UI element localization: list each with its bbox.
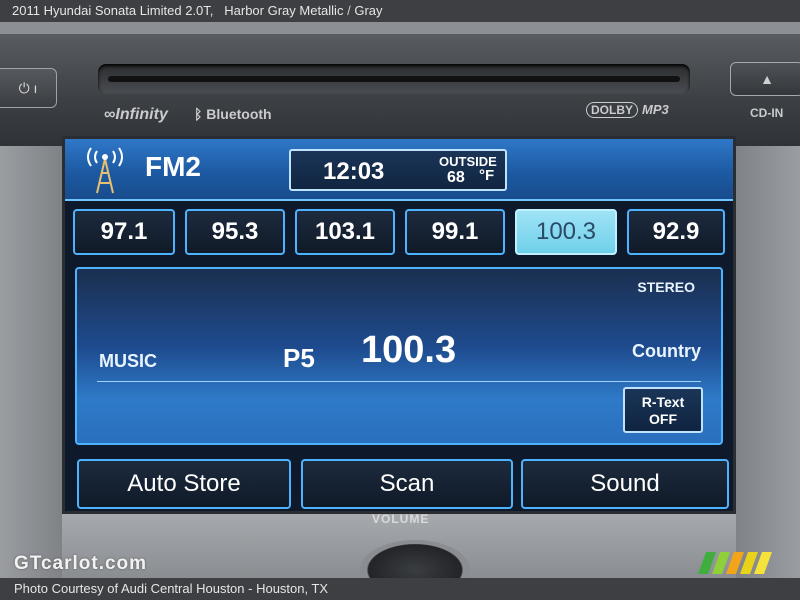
preset-button-5-active[interactable]: 100.3 [515,209,617,255]
preset-number: P5 [283,343,315,373]
eject-button[interactable]: ▲ [730,62,800,96]
dashboard-photo: ⏻ ı ▲ ∞Infinity ᛒ Bluetooth DOLBY MP3 CD… [0,22,800,578]
caption-title: 2011 Hyundai Sonata Limited 2.0T, [12,3,214,18]
radio-screen: FM2 12:03 OUTSIDE 68 °F 97.1 95.3 103.1 … [62,136,736,514]
stereo-indicator: STEREO [637,279,695,295]
left-trim [0,146,62,578]
caption-bar: 2011 Hyundai Sonata Limited 2.0T, Harbor… [0,0,800,22]
bluetooth-logo: ᛒ Bluetooth [194,106,272,122]
panel-divider [97,381,701,382]
auto-store-button[interactable]: Auto Store [77,459,291,509]
stripes-logo-icon [698,552,772,574]
preset-button-4[interactable]: 99.1 [405,209,505,255]
outside-temperature: 68 [447,169,465,186]
volume-label: VOLUME [372,512,430,526]
radio-tower-icon [87,147,123,194]
caption-separator: / [347,3,351,18]
current-frequency: 100.3 [361,329,457,371]
upper-bezel: ⏻ ı ▲ ∞Infinity ᛒ Bluetooth DOLBY MP3 CD… [0,34,800,148]
rtext-button[interactable]: R-Text OFF [623,387,703,433]
dolby-logo: DOLBY [586,102,638,118]
right-trim [736,146,800,578]
preset-button-3[interactable]: 103.1 [295,209,395,255]
caption-interior: Gray [354,3,383,18]
scan-button[interactable]: Scan [301,459,513,509]
program-type: MUSIC [99,351,157,371]
eject-icon: ▲ [760,71,774,87]
cd-in-label: CD-IN [750,106,784,120]
power-button[interactable]: ⏻ ı [0,68,57,108]
temperature-unit: °F [479,167,495,184]
preset-button-1[interactable]: 97.1 [73,209,175,255]
rtext-label: R-Text [641,394,685,410]
clock-panel[interactable]: 12:03 OUTSIDE 68 °F [289,149,507,191]
preset-row: 97.1 95.3 103.1 99.1 100.3 92.9 [73,209,725,259]
station-info-panel: STEREO MUSIC P5 100.3 Country R-Text OFF [75,267,723,445]
preset-button-6[interactable]: 92.9 [627,209,725,255]
genre-label: Country [632,341,701,361]
caption-color: Harbor Gray Metallic [224,3,344,18]
sound-button[interactable]: Sound [521,459,729,509]
band-label[interactable]: FM2 [145,151,201,183]
cd-slot [98,64,690,94]
mp3-logo: MP3 [642,102,669,117]
infinity-logo: ∞Infinity [104,106,168,123]
watermark-logo: GTcarlot.com [14,553,148,574]
preset-button-2[interactable]: 95.3 [185,209,285,255]
photo-credit: Photo Courtesy of Audi Central Houston -… [0,578,800,600]
rtext-state: OFF [649,411,677,427]
screen-header: FM2 12:03 OUTSIDE 68 °F [65,139,733,201]
clock-time: 12:03 [323,158,385,185]
